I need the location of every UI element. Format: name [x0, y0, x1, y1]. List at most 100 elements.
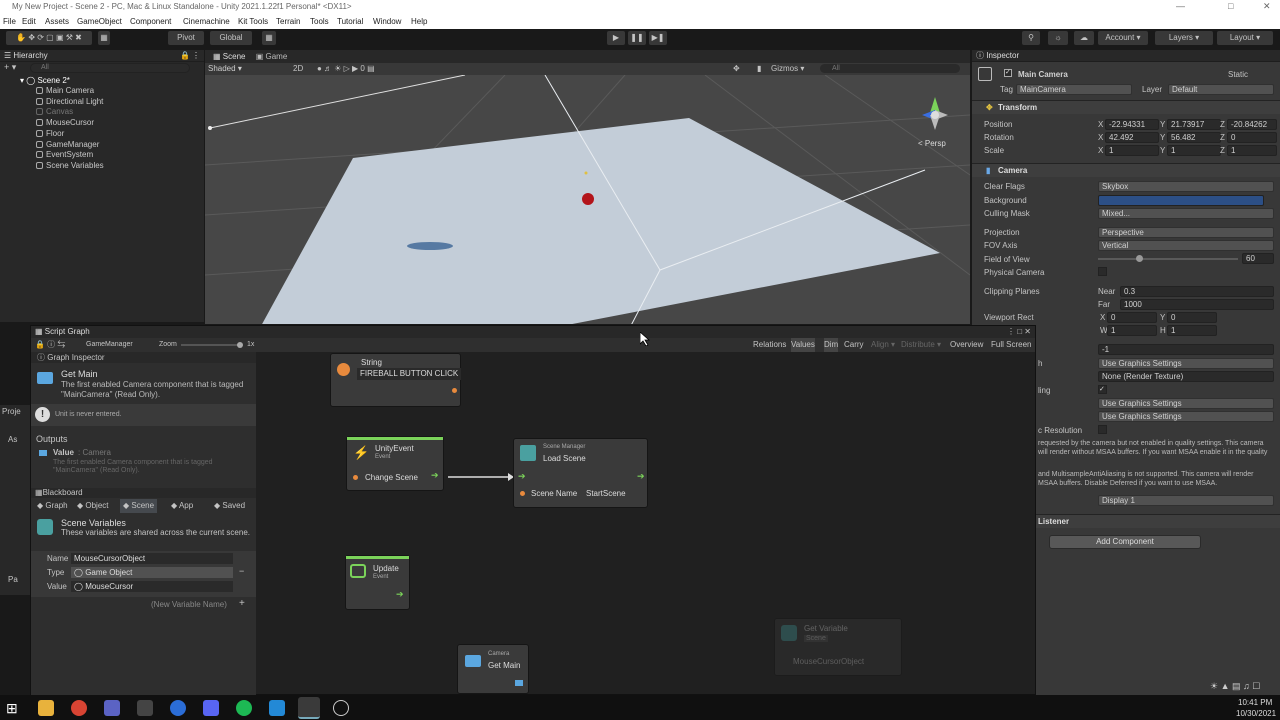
rotation-z-field[interactable]: 0 [1227, 132, 1277, 143]
assets-folder[interactable]: As [8, 435, 17, 444]
menu-help[interactable]: Help [411, 17, 427, 26]
scale-x-field[interactable]: 1 [1105, 145, 1159, 156]
camera-header[interactable]: Camera ▮ [972, 163, 1280, 177]
fullscreen-button[interactable]: Full Screen [991, 338, 1031, 352]
vscode-icon[interactable] [269, 700, 285, 716]
add-icon[interactable]: + ▾ [4, 62, 16, 73]
fov-slider-handle[interactable] [1135, 255, 1143, 262]
maximize-icon[interactable]: □ [1228, 1, 1233, 11]
global-button[interactable]: Global [210, 31, 252, 45]
project-tab[interactable]: Proje [2, 407, 21, 416]
unityevent-node[interactable]: ⚡ UnityEvent Event Change Scene ➔ [346, 436, 444, 491]
distribute-dropdown[interactable]: Distribute ▾ [901, 338, 941, 352]
add-component-button[interactable]: Add Component [1049, 535, 1201, 549]
minimize-icon[interactable]: — [1176, 1, 1185, 11]
unity-hub-icon[interactable] [137, 700, 153, 716]
shading-mode-dropdown[interactable]: Shaded ▾ [208, 63, 283, 75]
target-display-dropdown[interactable]: Display 1 [1098, 495, 1274, 506]
physical-camera-checkbox[interactable] [1098, 267, 1107, 276]
menu-gameobject[interactable]: GameObject [77, 17, 122, 26]
menu-terrain[interactable]: Terrain [276, 17, 300, 26]
pause-icon[interactable]: ❚❚ [628, 31, 646, 45]
cloud-icon[interactable]: ☁ [1074, 31, 1094, 45]
string-node[interactable]: String FIREBALL BUTTON CLICK [330, 353, 461, 407]
tab-saved[interactable]: ◆ Saved [214, 499, 245, 513]
graph-nav-icons[interactable]: 🔒 ⓘ ⇆ [35, 338, 65, 352]
play-icon[interactable]: ▶ [607, 31, 625, 45]
more-icon[interactable]: ⋮ [192, 50, 200, 62]
scale-z-field[interactable]: 1 [1227, 145, 1277, 156]
file-explorer-icon[interactable] [38, 700, 54, 716]
rotation-y-field[interactable]: 56.482 [1167, 132, 1221, 143]
dynamic-resolution-checkbox[interactable] [1098, 425, 1107, 434]
remove-variable-icon[interactable]: − [239, 566, 244, 576]
hierarchy-item-mousecursor[interactable]: MouseCursor [36, 118, 94, 127]
var-name-field[interactable]: MouseCursorObject [71, 553, 233, 564]
orientation-gizmo[interactable] [910, 85, 955, 130]
flow-output-icon[interactable]: ➔ [396, 589, 404, 600]
search-icon[interactable]: ⚲ [1022, 31, 1040, 45]
var-type-dropdown[interactable]: ◯ Game Object [71, 567, 233, 578]
chrome-icon[interactable] [71, 700, 87, 716]
menu-assets[interactable]: Assets [45, 17, 69, 26]
layer-dropdown[interactable]: Default [1168, 84, 1274, 95]
sphere-object[interactable] [582, 193, 594, 205]
hierarchy-item-floor[interactable]: Floor [36, 129, 64, 138]
string-output-port[interactable] [452, 388, 457, 393]
string-value-field[interactable]: FIREBALL BUTTON CLICK [357, 368, 461, 380]
2d-toggle[interactable]: 2D [293, 63, 303, 75]
fov-slider-track[interactable] [1098, 258, 1238, 260]
system-tray[interactable]: ☀ ▲ ▤ ♫ ☐ [1210, 681, 1280, 693]
hierarchy-item-directional-light[interactable]: Directional Light [36, 97, 103, 106]
flow-output-icon[interactable]: ➔ [637, 471, 645, 482]
get-variable-value[interactable]: MouseCursorObject [793, 657, 864, 666]
target-texture-field[interactable]: None (Render Texture) [1098, 371, 1274, 382]
flow-input-icon[interactable]: ➔ [518, 471, 526, 482]
tab-scene[interactable]: ◆ Scene [120, 499, 158, 513]
menu-tools[interactable]: Tools [310, 17, 329, 26]
flow-output-icon[interactable]: ➔ [431, 470, 439, 481]
dim-toggle[interactable]: Dim [824, 338, 839, 352]
scene-name-value[interactable]: StartScene [586, 489, 626, 498]
menu-kit-tools[interactable]: Kit Tools [238, 17, 268, 26]
tools-icon[interactable]: ✥ [733, 63, 740, 75]
script-graph-title-bar[interactable]: ▦ Script Graph ⋮ □ ✕ [31, 326, 1035, 338]
position-x-field[interactable]: -22.94331 [1105, 119, 1159, 130]
scale-y-field[interactable]: 1 [1167, 145, 1221, 156]
projection-dropdown[interactable]: Perspective [1098, 227, 1274, 238]
scene-toggles[interactable]: ● ♬ ☀ ▷ ▶ 0 ▤ [317, 63, 375, 75]
overview-button[interactable]: Overview [950, 338, 983, 352]
spotify-icon[interactable] [236, 700, 252, 716]
update-node[interactable]: Update Event ➔ [345, 555, 410, 610]
scene-viewport[interactable] [205, 75, 970, 324]
snap-icon[interactable]: ▦ [98, 31, 110, 45]
occlusion-culling-checkbox[interactable]: ✓ [1098, 385, 1107, 394]
viewport-h-field[interactable]: 1 [1167, 325, 1217, 336]
camera-icon[interactable]: ▮ [757, 63, 761, 75]
viewport-y-field[interactable]: 0 [1167, 312, 1217, 323]
hierarchy-item-scene-variables[interactable]: Scene Variables [36, 161, 104, 170]
teams-icon[interactable] [104, 700, 120, 716]
carry-toggle[interactable]: Carry [844, 338, 864, 352]
zoom-slider[interactable] [181, 344, 241, 346]
scene-search-input[interactable]: All [820, 64, 960, 73]
hierarchy-item-gamemanager[interactable]: GameManager [36, 140, 99, 149]
menu-file[interactable]: File [3, 17, 16, 26]
fov-field[interactable]: 60 [1242, 253, 1274, 264]
near-field[interactable]: 0.3 [1120, 286, 1274, 297]
gizmos-dropdown[interactable]: Gizmos ▾ [771, 63, 804, 75]
step-icon[interactable]: ▶❚ [649, 31, 667, 45]
fov-axis-dropdown[interactable]: Vertical [1098, 240, 1274, 251]
active-checkbox[interactable]: ✓ [1004, 69, 1012, 77]
tab-scene[interactable]: ▦ Scene [213, 52, 245, 61]
relations-toggle[interactable]: Relations [753, 338, 786, 352]
tab-app[interactable]: ◆ App [171, 499, 193, 513]
unity-editor-icon[interactable] [333, 700, 349, 716]
clear-flags-dropdown[interactable]: Skybox [1098, 181, 1274, 192]
depth-field[interactable]: -1 [1098, 344, 1274, 355]
pivot-button[interactable]: Pivot [168, 31, 204, 45]
values-toggle[interactable]: Values [791, 338, 815, 352]
msaa-dropdown[interactable]: Use Graphics Settings [1098, 411, 1274, 422]
window-controls[interactable]: ⋮ □ ✕ [1007, 326, 1031, 338]
transform-tools[interactable]: ✋ ✥ ⟳ ▢ ▣ ⚒ ✖ [6, 31, 92, 45]
